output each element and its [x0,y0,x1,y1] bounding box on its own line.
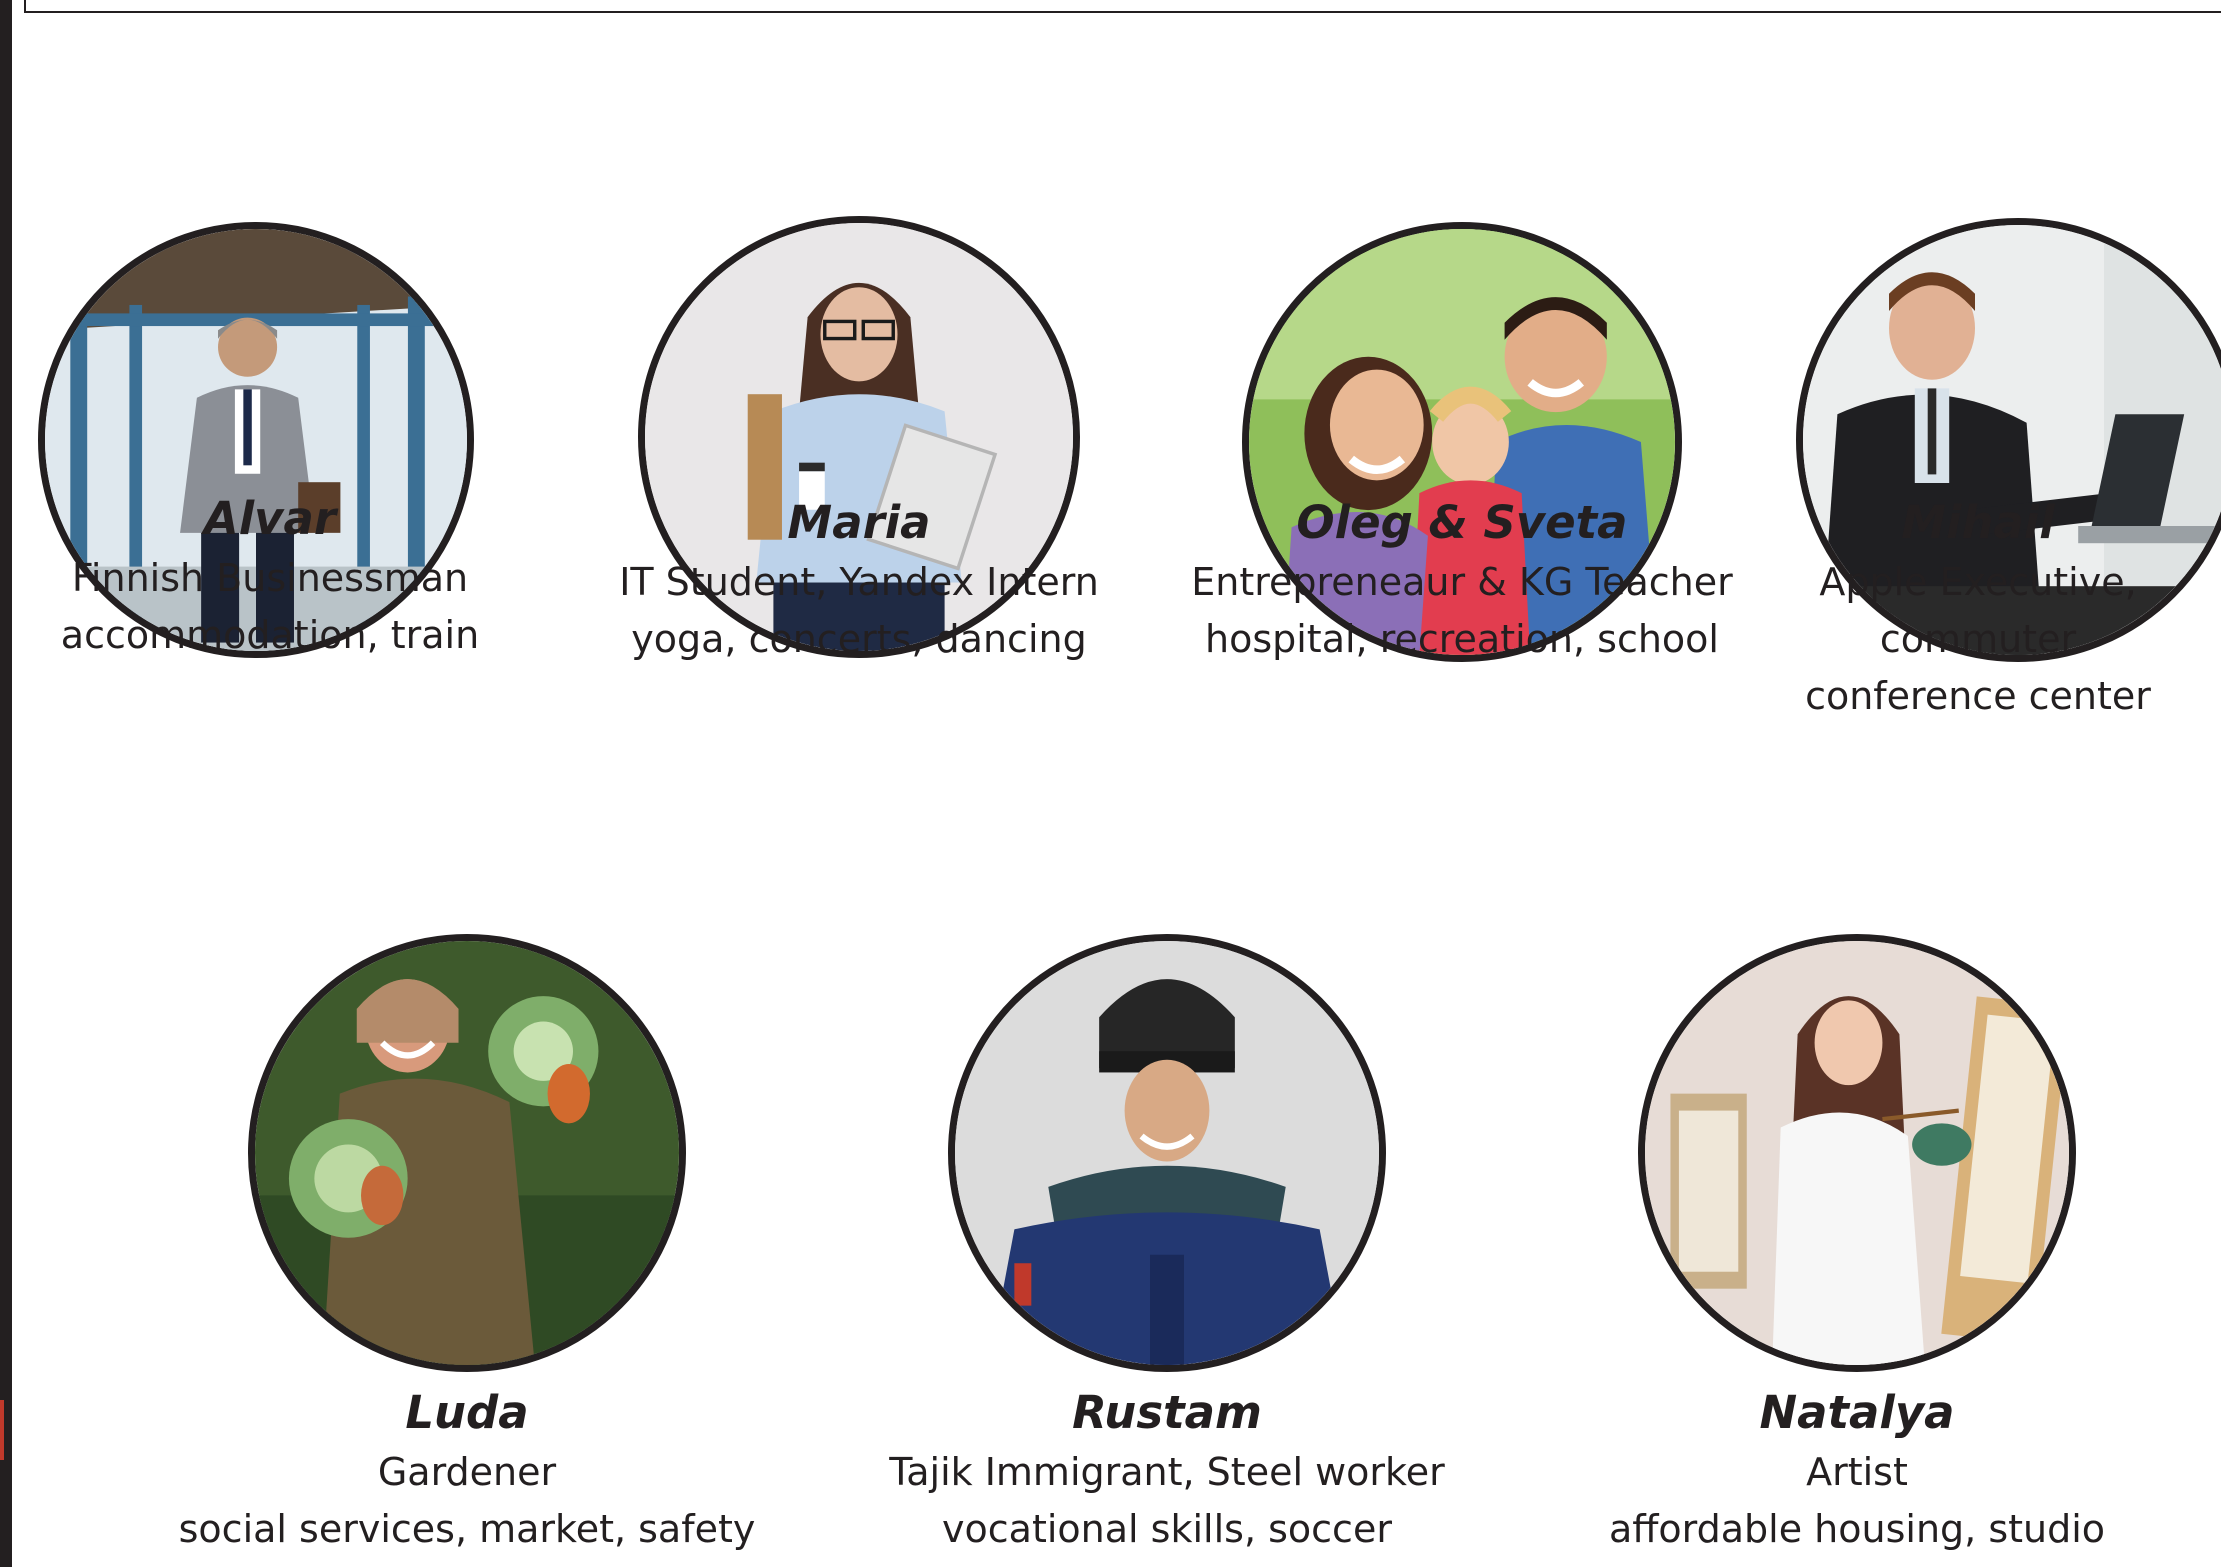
persona-role: Gardener [377,1450,557,1494]
persona-interests: social services, market, safety [178,1507,756,1551]
persona-role: Entrepreneaur & KG Teacher [1191,560,1733,604]
persona-interests: commuter [1879,617,2077,661]
persona-interests: affordable housing, studio [1608,1507,2106,1551]
persona-name: Oleg & Sveta [1296,496,1628,549]
persona-interests-extra: conference center [1805,674,2151,718]
gardener-with-cabbages-photo [248,934,686,1372]
persona-interests: accommodation, train [60,613,480,657]
persona-role: Finnish Businessman [71,556,469,600]
persona-role: Tajik Immigrant, Steel worker [889,1450,1445,1494]
persona-role: Artist [1806,1450,1908,1494]
persona-role: IT Student, Yandex Intern [619,560,1099,604]
left-edge-rule [0,0,12,1567]
persona-interests: yoga, concerts, dancing [631,617,1087,661]
artist-painting-photo [1638,934,2076,1372]
persona-name: Mihail [1901,496,2055,549]
persona-name: Rustam [1072,1386,1262,1439]
persona-interests: vocational skills, soccer [942,1507,1392,1551]
persona-interests: hospital, recreation, school [1204,617,1719,661]
persona-name: Natalya [1759,1386,1955,1439]
persona-name: Luda [405,1386,529,1439]
persona-name: Alvar [203,492,337,545]
persona-role: Apple Executive, [1819,560,2137,604]
top-frame-border [24,0,2221,13]
persona-name: Maria [787,496,931,549]
welder-with-helmet-photo [948,934,1386,1372]
